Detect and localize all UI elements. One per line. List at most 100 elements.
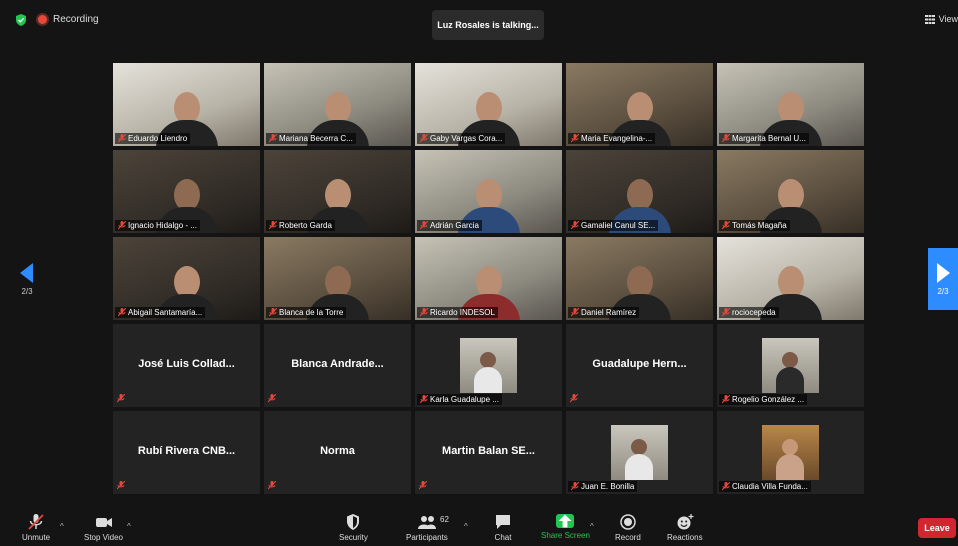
muted-mic-icon [722,482,730,491]
participant-tile[interactable]: rociocepeda [717,237,864,320]
participants-label: Participants [406,533,448,542]
muted-mic-icon [571,134,579,143]
participant-name: José Luis Collad... [138,358,235,370]
participant-tile[interactable]: Norma [264,411,411,494]
participant-nameplate: Abigail Santamaría... [115,307,206,318]
participant-tile[interactable]: Karla Guadalupe ... [415,324,562,407]
muted-mic-icon [269,221,277,230]
participant-nameplate: Maria Evangelina-... [568,133,656,144]
participant-nameplate: Margarita Bernal U... [719,133,809,144]
muted-mic-icon [118,221,126,230]
view-button[interactable]: View [924,14,958,24]
muted-mic-icon [118,308,126,317]
stop-video-button[interactable]: Stop Video [84,514,123,542]
participant-tile[interactable]: Margarita Bernal U... [717,63,864,146]
stop-video-label: Stop Video [84,533,123,542]
participant-tile[interactable]: José Luis Collad... [113,324,260,407]
participant-tile[interactable]: Daniel Ramírez [566,237,713,320]
muted-mic-icon [420,221,428,230]
meeting-toolbar: Unmute ^ Stop Video ^ Security Participa… [0,510,958,546]
participant-tile[interactable]: Gaby Vargas Cora... [415,63,562,146]
leave-button[interactable]: Leave [918,518,956,538]
muted-microphone-icon [28,514,44,530]
view-label: View [938,14,958,24]
record-button[interactable]: Record [615,514,641,542]
participant-tile[interactable]: Claudia Villa Funda... [717,411,864,494]
muted-mic-icon [269,308,277,317]
participant-tile[interactable]: Gamaliel Canul SE... [566,150,713,233]
participants-count: 62 [440,515,449,524]
participant-tile[interactable]: Blanca de la Torre [264,237,411,320]
muted-mic-icon [268,394,276,403]
muted-mic-icon [268,481,276,490]
top-bar: Recording Luz Rosales is talking... View [0,0,958,40]
participant-nameplate: Gamaliel Canul SE... [568,220,659,231]
participant-tile[interactable]: Rogelio González ... [717,324,864,407]
share-screen-button[interactable]: Share Screen [541,514,590,540]
chat-button[interactable]: Chat [494,514,512,542]
participant-tile[interactable]: Tomás Magaña [717,150,864,233]
profile-picture [460,338,517,393]
muted-mic-icon [570,394,578,403]
video-options-caret[interactable]: ^ [127,522,131,531]
participant-tile[interactable]: Ignacio Hidalgo - ... [113,150,260,233]
participant-tile[interactable]: Eduardo Liendro [113,63,260,146]
muted-mic-icon [571,308,579,317]
participant-nameplate: Mariana Becerra C... [266,133,356,144]
profile-picture [762,338,819,393]
muted-mic-icon [722,221,730,230]
muted-mic-icon [722,395,730,404]
encryption-shield-icon[interactable] [15,14,27,26]
participant-nameplate: Eduardo Liendro [115,133,191,144]
participant-tile[interactable]: Juan E. Bonilla [566,411,713,494]
reactions-button[interactable]: Reactions [667,514,703,542]
share-screen-icon [556,514,575,528]
page-indicator-left: 2/3 [21,286,33,296]
participant-tile[interactable]: Adrián Garcia [415,150,562,233]
participant-tile[interactable]: Rubí Rivera CNB... [113,411,260,494]
participant-gallery: Eduardo Liendro Mariana Becerra C... Gab… [113,63,864,494]
participant-tile[interactable]: Martin Balan SE... [415,411,562,494]
muted-mic-icon [419,481,427,490]
participant-tile[interactable]: Maria Evangelina-... [566,63,713,146]
participant-tile[interactable]: Roberto Garda [264,150,411,233]
muted-mic-icon [269,134,277,143]
record-label: Record [615,533,641,542]
participants-icon [417,516,436,529]
share-screen-label: Share Screen [541,531,590,540]
muted-mic-icon [117,394,125,403]
participant-nameplate: Gaby Vargas Cora... [417,133,506,144]
participant-nameplate: rociocepeda [719,307,779,318]
participant-tile[interactable]: Blanca Andrade... [264,324,411,407]
participant-name: Martin Balan SE... [442,445,535,457]
previous-page-button[interactable]: 2/3 [12,248,42,310]
chat-bubble-icon [496,515,510,529]
muted-mic-icon [420,134,428,143]
participant-name: Rubí Rivera CNB... [137,445,236,457]
audio-options-caret[interactable]: ^ [60,522,64,531]
page-indicator-right: 2/3 [937,286,949,296]
participants-options-caret[interactable]: ^ [464,522,468,531]
smiley-plus-icon [677,514,694,530]
participant-nameplate: Juan E. Bonilla [568,481,638,492]
recording-indicator[interactable]: Recording [38,14,99,25]
next-page-button[interactable]: 2/3 [928,248,958,310]
share-options-caret[interactable]: ^ [590,522,594,531]
participant-tile[interactable]: Ricardo INDESOL [415,237,562,320]
shield-icon [347,514,360,530]
participant-nameplate: Roberto Garda [266,220,335,231]
muted-mic-icon [722,134,730,143]
participant-name: Norma [320,445,355,457]
unmute-button[interactable]: Unmute [22,514,50,542]
participant-tile[interactable]: Abigail Santamaría... [113,237,260,320]
participant-nameplate: Claudia Villa Funda... [719,481,811,492]
participant-tile[interactable]: Mariana Becerra C... [264,63,411,146]
participant-tile[interactable]: Guadalupe Hern... [566,324,713,407]
participant-name: Blanca Andrade... [291,358,384,370]
security-label: Security [339,533,368,542]
participant-nameplate: Daniel Ramírez [568,307,640,318]
muted-mic-icon [118,134,126,143]
participant-nameplate: Tomás Magaña [719,220,790,231]
security-button[interactable]: Security [339,514,368,542]
muted-mic-icon [722,308,730,317]
